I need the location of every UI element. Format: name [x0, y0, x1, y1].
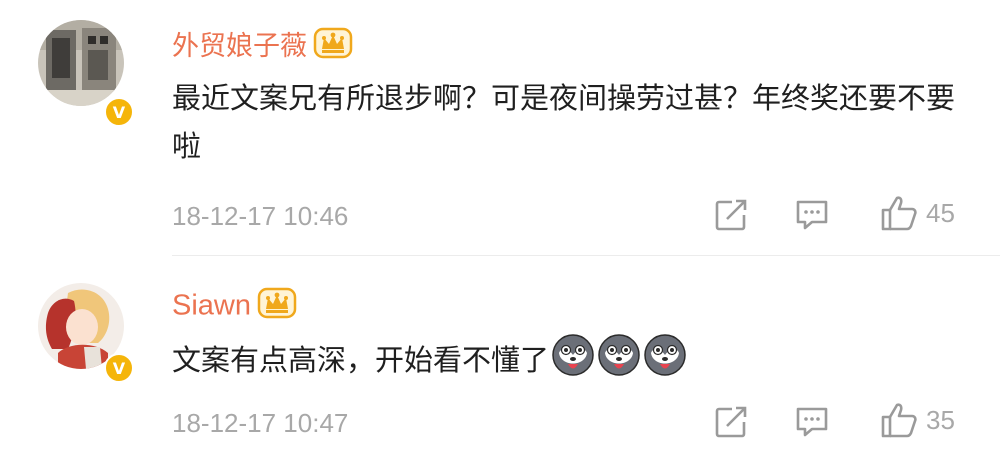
comment-text: 文案有点高深，开始看不懂了 [172, 333, 972, 391]
comment-timestamp: 18-12-17 10:46 [172, 201, 349, 231]
avatar[interactable] [38, 20, 124, 106]
comment-button[interactable] [794, 405, 830, 439]
like-button[interactable]: 45 [880, 194, 955, 232]
username-label[interactable]: 外贸娘子薇 [172, 31, 307, 62]
like-icon [881, 196, 917, 231]
like-button[interactable]: 35 [880, 401, 955, 439]
comment-item: V 外贸娘子薇 最近文案兄有所退步啊？可是夜间操劳过甚？年终奖还要不要啦 18-… [0, 0, 1000, 232]
comment-icon [796, 407, 828, 437]
username[interactable]: 外贸娘子薇 [172, 27, 353, 68]
husky-emoji-icon [597, 333, 641, 391]
comment-item: V Siawn 文案有点高深，开始看不懂了 18-12-17 10:47 35 [0, 255, 1000, 460]
comment-timestamp: 18-12-17 10:47 [172, 408, 349, 438]
like-count: 45 [926, 197, 955, 228]
comment-text-content: 文案有点高深，开始看不懂了 [172, 343, 550, 377]
verified-badge-icon: V [104, 97, 134, 127]
like-icon [881, 403, 917, 438]
share-icon [715, 199, 747, 231]
crown-icon [313, 27, 353, 68]
verified-badge-icon: V [104, 353, 134, 383]
husky-emoji-icon [643, 333, 687, 391]
username[interactable]: Siawn [172, 287, 297, 327]
crown-icon [257, 287, 297, 327]
username-label[interactable]: Siawn [172, 290, 251, 322]
like-count: 35 [926, 404, 955, 435]
comment-button[interactable] [794, 198, 830, 232]
comment-text: 最近文案兄有所退步啊？可是夜间操劳过甚？年终奖还要不要啦 [172, 81, 956, 163]
share-icon [715, 406, 747, 438]
share-button[interactable] [714, 198, 750, 232]
husky-emoji-icon [551, 333, 595, 391]
share-button[interactable] [714, 405, 750, 439]
comment-icon [796, 200, 828, 230]
